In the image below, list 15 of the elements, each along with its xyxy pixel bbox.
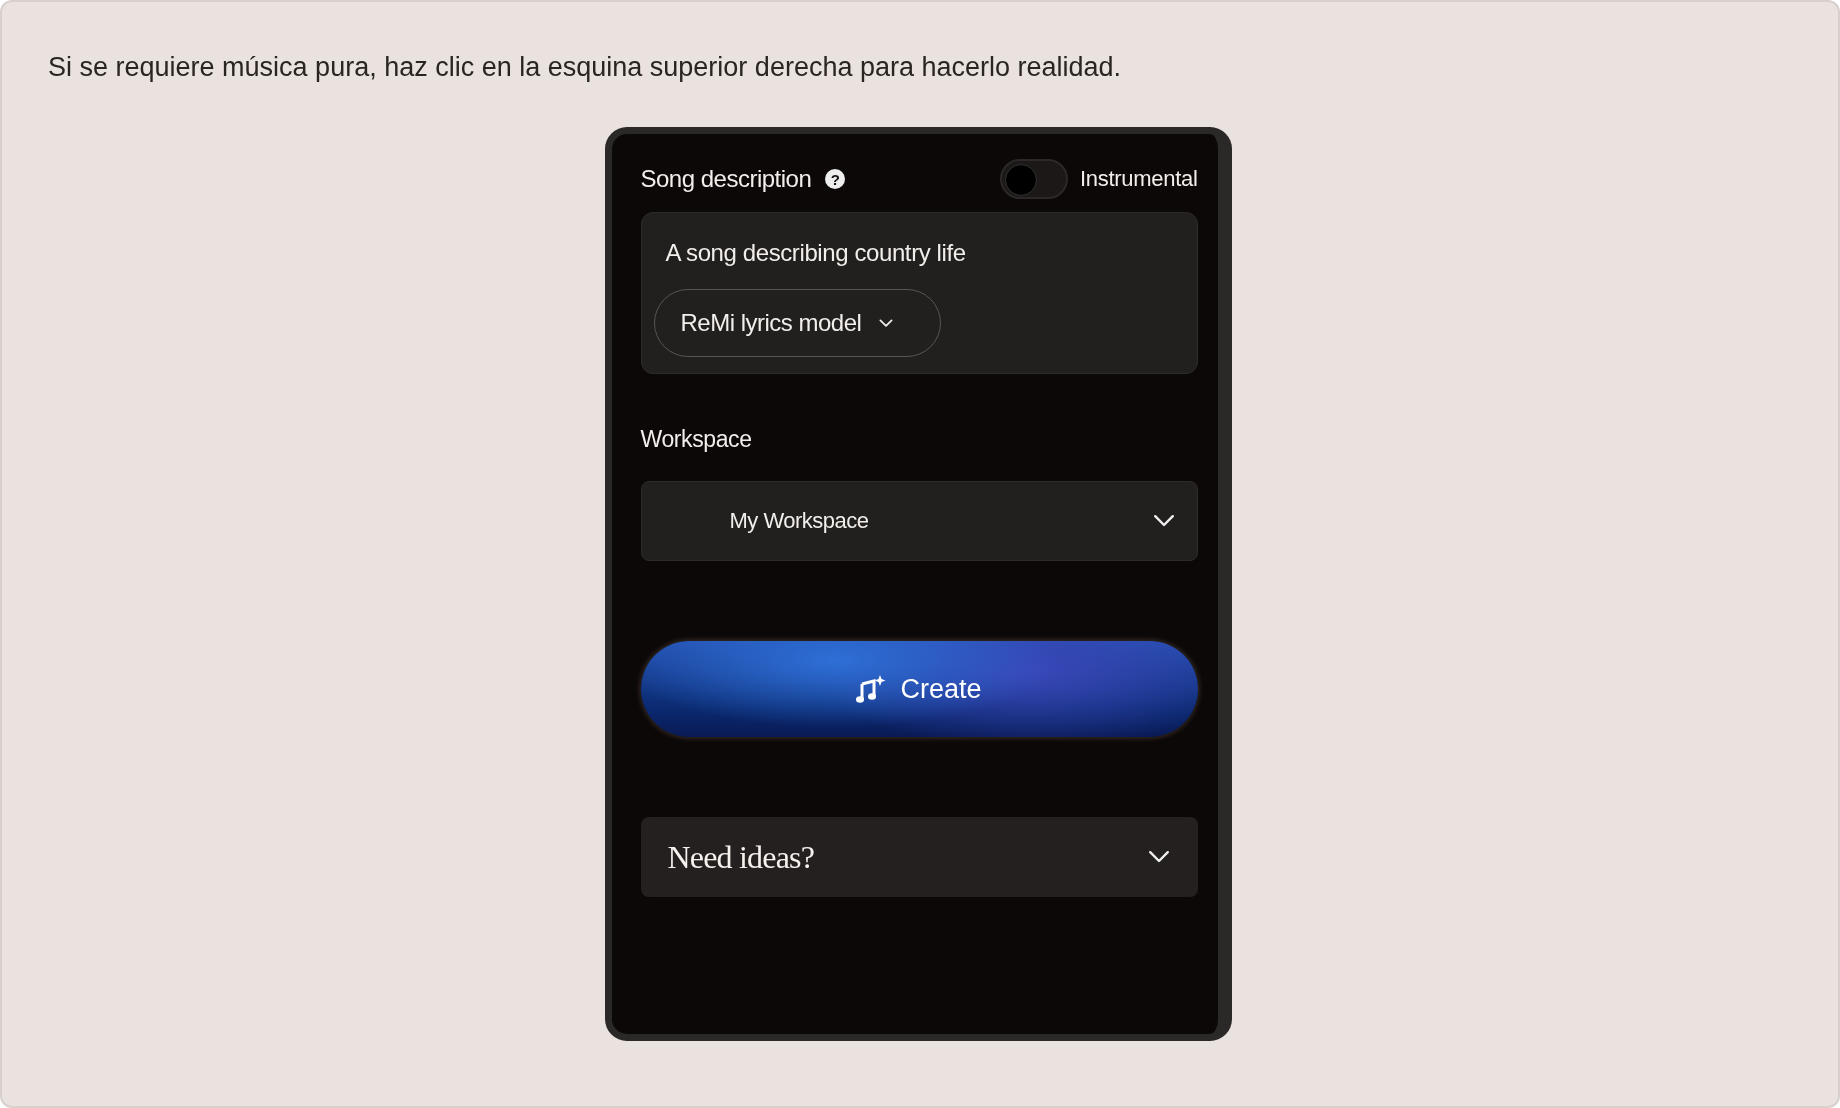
chevron-icon (1147, 850, 1170, 864)
help-icon[interactable]: ? (825, 169, 846, 189)
music-note-icon (856, 674, 887, 704)
field-label: Workspace (640, 426, 753, 453)
ideas-accordion[interactable]: Need ideas? (640, 817, 1198, 897)
field-label: Song description (640, 165, 812, 193)
create-button[interactable]: Create (640, 641, 1198, 737)
toggle-label: Instrumental (1080, 166, 1198, 192)
instrumental-toggle[interactable] (1000, 159, 1069, 199)
caret-icon (1152, 514, 1175, 528)
caption-text: Si se requiere música pura, haz clic en la esquina superior derecha para hacerlo realidad. (48, 52, 1123, 83)
workspace-dropdown[interactable]: My Workspace (640, 481, 1198, 561)
prompt-field[interactable]: A song describing country life ReMi lyrics model (640, 212, 1198, 374)
caret-icon (879, 318, 894, 328)
prompt-text: A song describing country life (665, 239, 967, 267)
